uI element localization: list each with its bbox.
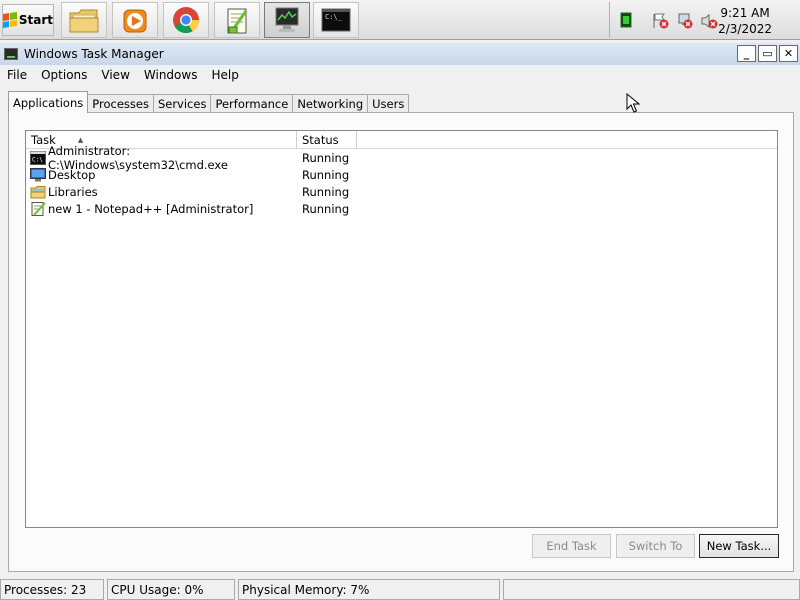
end-task-button[interactable]: End Task — [532, 534, 611, 558]
task-status: Running — [302, 201, 350, 216]
menu-help[interactable]: Help — [204, 68, 245, 82]
volume-muted-icon[interactable] — [700, 12, 718, 29]
menu-bar: File Options View Windows Help — [0, 65, 800, 85]
task-status: Running — [302, 150, 350, 165]
task-manager-icon — [275, 7, 299, 32]
chrome-icon — [173, 7, 200, 34]
start-label: Start — [18, 13, 53, 27]
system-tray: 9:21 AM 2/3/2022 — [609, 2, 800, 38]
task-manager-tray-icon[interactable] — [619, 12, 635, 28]
tab-applications[interactable]: Applications — [8, 91, 89, 113]
new-task-button[interactable]: New Task... — [699, 534, 779, 558]
maximize-button[interactable]: ▭ — [758, 45, 777, 62]
menu-windows[interactable]: Windows — [137, 68, 205, 82]
tab-performance[interactable]: Performance — [210, 94, 294, 113]
window-controls: _ ▭ ✕ — [737, 45, 798, 62]
task-manager-taskbar-button[interactable] — [264, 2, 310, 38]
task-row[interactable]: new 1 - Notepad++ [Administrator] Runnin… — [26, 200, 777, 217]
tab-services[interactable]: Services — [152, 94, 212, 113]
cpu-usage: CPU Usage: 0% — [107, 579, 235, 600]
status-bar-spacer — [503, 579, 800, 600]
tab-processes[interactable]: Processes — [87, 94, 154, 113]
task-cell: Libraries — [26, 185, 297, 199]
task-row[interactable]: Libraries Running — [26, 183, 777, 200]
processes-count: Processes: 23 — [0, 579, 104, 600]
cmd-icon: C:\_ — [321, 8, 351, 32]
clock-date: 2/3/2022 — [718, 22, 772, 36]
task-name: Desktop — [48, 167, 96, 182]
task-name: new 1 - Notepad++ [Administrator] — [48, 201, 254, 216]
clock[interactable]: 9:21 AM 2/3/2022 — [718, 5, 772, 37]
tab-users[interactable]: Users — [367, 94, 410, 113]
windows-logo-icon — [3, 12, 17, 28]
task-row[interactable]: Desktop Running — [26, 166, 777, 183]
physical-memory: Physical Memory: 7% — [238, 579, 500, 600]
action-center-warning-icon[interactable] — [652, 12, 669, 29]
menu-options[interactable]: Options — [34, 68, 94, 82]
media-player-taskbar-button[interactable] — [112, 2, 158, 38]
window-title: Windows Task Manager — [24, 47, 164, 61]
task-row[interactable]: C:\ Administrator: C:\Windows\system32\c… — [26, 144, 777, 172]
chrome-taskbar-button[interactable] — [163, 2, 209, 38]
notepadpp-taskbar-button[interactable] — [214, 2, 260, 38]
task-manager-icon — [4, 48, 18, 60]
cmd-icon: C:\ — [30, 150, 46, 165]
column-header-status-label: Status — [302, 133, 339, 147]
task-name: Libraries — [48, 184, 98, 199]
applications-panel: Task ▲ Status C:\ Administrator: C:\Wind… — [8, 112, 794, 572]
clock-time: 9:21 AM — [720, 6, 770, 20]
explorer-taskbar-button[interactable] — [61, 2, 107, 38]
menu-view[interactable]: View — [94, 68, 136, 82]
minimize-button[interactable]: _ — [737, 45, 756, 62]
task-list[interactable]: Task ▲ Status C:\ Administrator: C:\Wind… — [25, 130, 778, 528]
notepadpp-icon — [31, 201, 46, 216]
media-player-icon — [123, 9, 147, 33]
svg-text:C:\: C:\ — [32, 156, 43, 163]
mouse-cursor-icon — [626, 93, 640, 113]
close-button[interactable]: ✕ — [779, 45, 798, 62]
desktop-icon — [30, 167, 46, 181]
start-button[interactable]: Start — [2, 4, 54, 36]
network-disconnected-icon[interactable] — [676, 12, 693, 29]
task-status: Running — [302, 167, 350, 182]
cmd-taskbar-button[interactable]: C:\_ — [313, 2, 359, 38]
tab-networking[interactable]: Networking — [292, 94, 369, 113]
window-titlebar[interactable]: Windows Task Manager _ ▭ ✕ — [0, 43, 800, 65]
switch-to-button[interactable]: Switch To — [616, 534, 695, 558]
task-cell: Desktop — [26, 167, 297, 182]
svg-text:C:\_: C:\_ — [325, 13, 343, 21]
taskbar: Start C:\_ 9:21 AM 2/3/2022 — [0, 0, 800, 40]
column-header-status[interactable]: Status — [297, 131, 357, 149]
notepadpp-icon — [227, 8, 248, 34]
status-bar: Processes: 23 CPU Usage: 0% Physical Mem… — [0, 579, 800, 600]
folder-icon — [69, 9, 99, 33]
task-status: Running — [302, 184, 350, 199]
tab-strip: Applications Processes Services Performa… — [8, 91, 410, 113]
task-cell: new 1 - Notepad++ [Administrator] — [26, 201, 297, 216]
libraries-icon — [30, 185, 46, 198]
menu-file[interactable]: File — [0, 68, 34, 82]
